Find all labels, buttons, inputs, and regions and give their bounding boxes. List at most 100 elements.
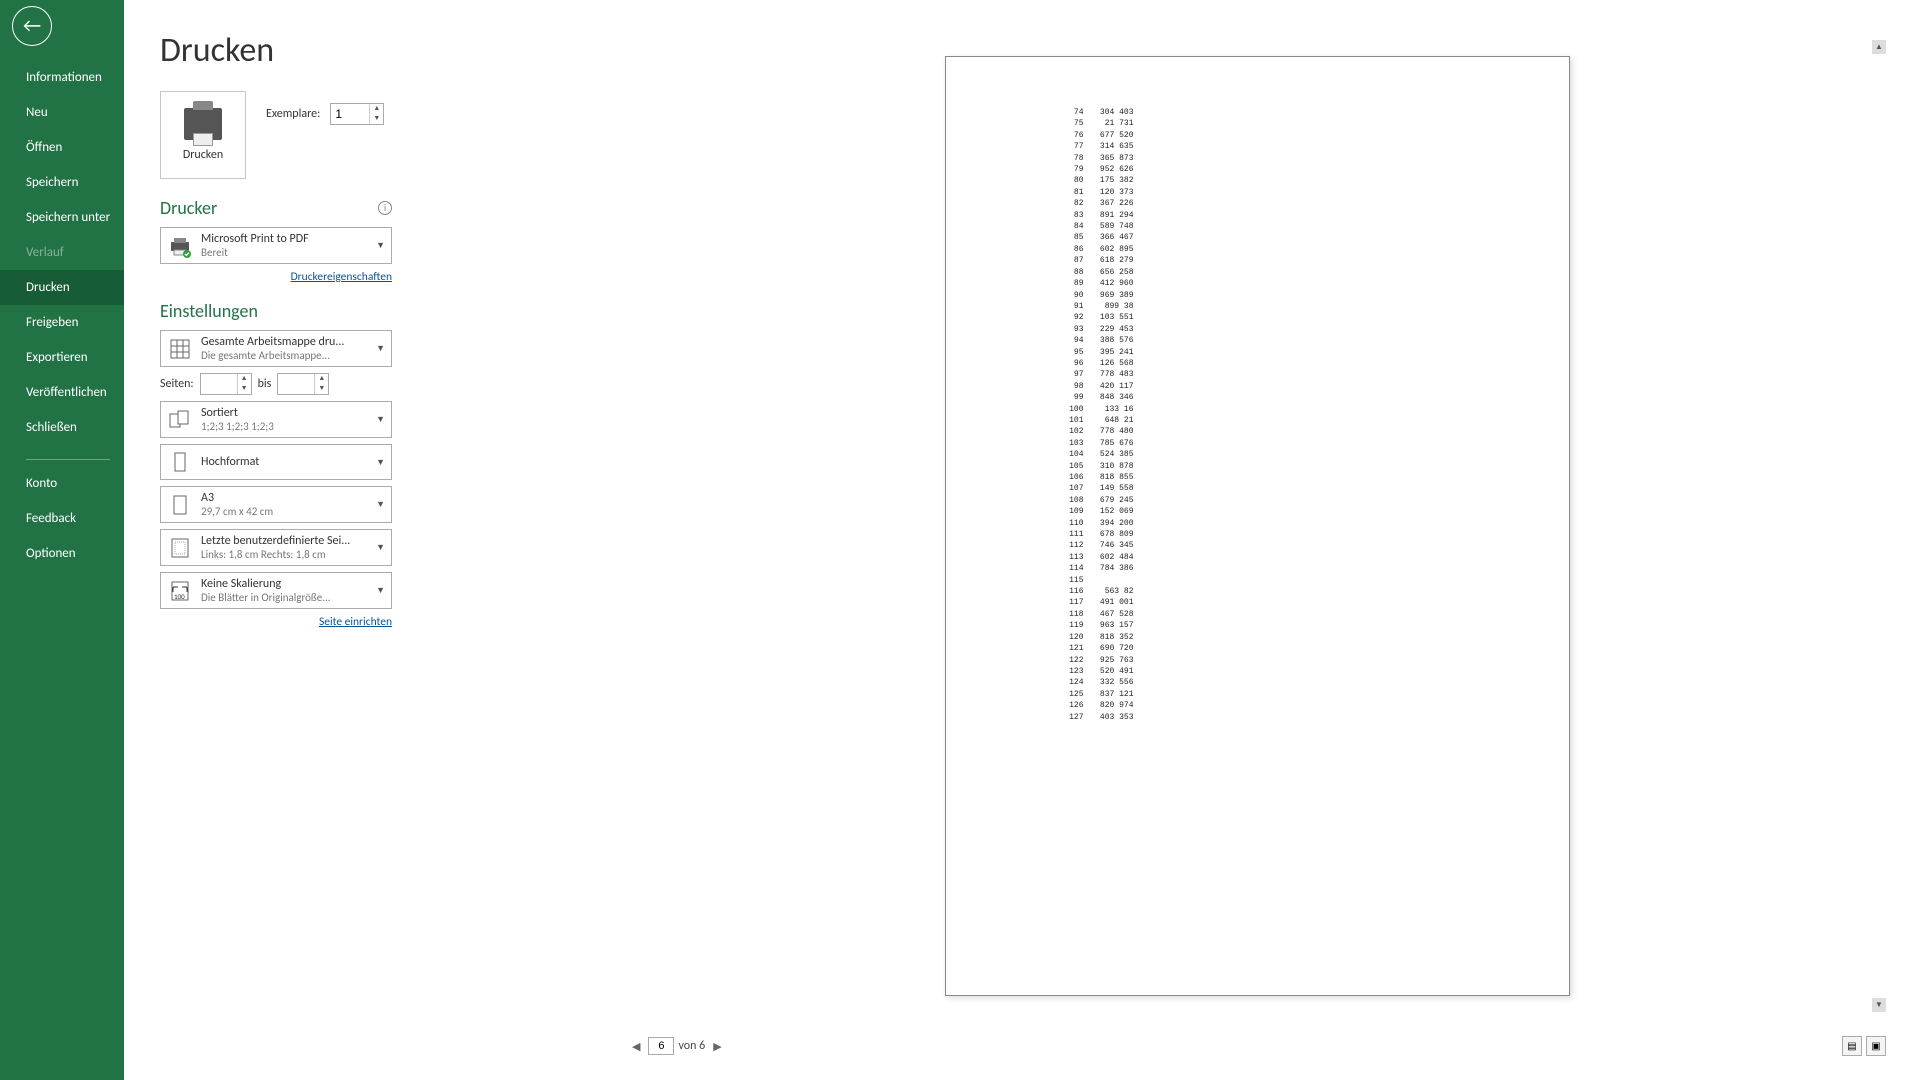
scaling-primary: Keine Skalierung (201, 577, 372, 591)
preview-row: 98420 117 (1044, 381, 1569, 392)
copies-down-icon[interactable]: ▼ (370, 114, 383, 124)
chevron-down-icon: ▼ (376, 457, 385, 468)
portrait-icon (167, 449, 193, 475)
preview-row: 91899 38 (1044, 301, 1569, 312)
sidebar-item-veroeffentlichen[interactable]: Veröffentlichen (0, 375, 124, 410)
preview-row: 121690 720 (1044, 643, 1569, 654)
margins-primary: Letzte benutzerdefinierte Sei... (201, 534, 372, 548)
chevron-down-icon: ▼ (376, 499, 385, 510)
print-execute-button[interactable]: Drucken (160, 91, 246, 179)
sidebar-item-optionen[interactable]: Optionen (0, 536, 124, 571)
pages-from-spinner[interactable]: ▲▼ (200, 373, 252, 395)
preview-row: 106818 855 (1044, 472, 1569, 483)
pages-from-input[interactable] (201, 374, 237, 394)
preview-row: 102778 480 (1044, 426, 1569, 437)
preview-row: 107149 558 (1044, 483, 1569, 494)
print-settings-panel: Drucken Exemplare: ▲ ▼ Drucker i (160, 91, 392, 629)
preview-row: 116563 82 (1044, 586, 1569, 597)
preview-row: 89412 960 (1044, 278, 1569, 289)
collate-icon (167, 407, 193, 433)
margins-dropdown[interactable]: Letzte benutzerdefinierte Sei... Links: … (160, 529, 392, 566)
scope-secondary: Die gesamte Arbeitsmappe... (201, 349, 372, 362)
pages-to-input[interactable] (278, 374, 314, 394)
copies-spinner[interactable]: ▲ ▼ (330, 103, 384, 125)
preview-row: 7521 731 (1044, 118, 1569, 129)
preview-row: 123520 491 (1044, 666, 1569, 677)
down-icon[interactable]: ▼ (315, 384, 328, 394)
sidebar-item-speichern[interactable]: Speichern (0, 165, 124, 200)
orientation-dropdown[interactable]: Hochformat ▼ (160, 444, 392, 480)
preview-row: 110394 200 (1044, 518, 1569, 529)
preview-row: 85366 467 (1044, 232, 1569, 243)
preview-row: 126820 974 (1044, 700, 1569, 711)
preview-row: 83891 294 (1044, 210, 1569, 221)
printer-info-icon[interactable]: i (378, 201, 392, 215)
sidebar-item-speichern-unter[interactable]: Speichern unter (0, 200, 124, 235)
svg-text:100: 100 (174, 592, 185, 601)
page-of-label: von 6 (678, 1039, 705, 1053)
preview-row: 125837 121 (1044, 689, 1569, 700)
preview-row: 77314 635 (1044, 141, 1569, 152)
prev-page-button[interactable]: ◀ (628, 1038, 644, 1055)
preview-row: 109152 069 (1044, 506, 1569, 517)
printer-dropdown[interactable]: Microsoft Print to PDF Bereit ▼ (160, 227, 392, 264)
preview-data-table: 74304 4037521 73176677 52077314 63578365… (1044, 107, 1569, 723)
sidebar-item-verlauf: Verlauf (0, 235, 124, 270)
preview-row: 81120 373 (1044, 187, 1569, 198)
print-scope-dropdown[interactable]: Gesamte Arbeitsmappe dru... Die gesamte … (160, 330, 392, 367)
sidebar-item-feedback[interactable]: Feedback (0, 501, 124, 536)
sidebar-item-konto[interactable]: Konto (0, 466, 124, 501)
preview-row: 117491 001 (1044, 597, 1569, 608)
show-margins-button[interactable]: ▤ (1842, 1036, 1862, 1056)
pages-to-spinner[interactable]: ▲▼ (277, 373, 329, 395)
sidebar-item-neu[interactable]: Neu (0, 95, 124, 130)
preview-row: 108679 245 (1044, 495, 1569, 506)
sidebar-item-informationen[interactable]: Informationen (0, 60, 124, 95)
chevron-down-icon: ▼ (376, 542, 385, 553)
preview-row: 100133 16 (1044, 404, 1569, 415)
sidebar-separator (26, 459, 110, 460)
preview-row: 80175 382 (1044, 175, 1569, 186)
printer-properties-link[interactable]: Druckereigenschaften (160, 270, 392, 284)
scope-primary: Gesamte Arbeitsmappe dru... (201, 335, 372, 349)
preview-row: 79952 626 (1044, 164, 1569, 175)
sidebar-item-oeffnen[interactable]: Öffnen (0, 130, 124, 165)
chevron-down-icon: ▼ (376, 343, 385, 354)
sidebar-item-drucken[interactable]: Drucken (0, 270, 124, 305)
print-button-label: Drucken (183, 148, 223, 162)
preview-row: 104524 385 (1044, 449, 1569, 460)
current-page-input[interactable] (648, 1037, 674, 1055)
scaling-dropdown[interactable]: 100 Keine Skalierung Die Blätter in Orig… (160, 572, 392, 609)
down-icon[interactable]: ▼ (238, 384, 251, 394)
preview-row: 114784 386 (1044, 563, 1569, 574)
zoom-to-page-button[interactable]: ▣ (1866, 1036, 1886, 1056)
printer-ready-icon (167, 233, 193, 259)
back-button[interactable]: ← (12, 6, 52, 46)
page-setup-link[interactable]: Seite einrichten (160, 615, 392, 629)
preview-row: 94388 576 (1044, 335, 1569, 346)
preview-row: 99848 346 (1044, 392, 1569, 403)
copies-input[interactable] (331, 104, 369, 124)
chevron-down-icon: ▼ (376, 240, 385, 251)
chevron-down-icon: ▼ (376, 585, 385, 596)
orientation-primary: Hochformat (201, 455, 372, 469)
collate-dropdown[interactable]: Sortiert 1;2;3 1;2;3 1;2;3 ▼ (160, 401, 392, 438)
preview-vertical-scrollbar[interactable]: ▲ ▼ (1872, 40, 1886, 1012)
scroll-up-icon[interactable]: ▲ (1872, 40, 1886, 54)
preview-row: 115 (1044, 575, 1569, 586)
next-page-button[interactable]: ▶ (709, 1038, 725, 1055)
scroll-down-icon[interactable]: ▼ (1872, 998, 1886, 1012)
paper-size-dropdown[interactable]: A3 29,7 cm x 42 cm ▼ (160, 486, 392, 523)
preview-row: 88656 258 (1044, 267, 1569, 278)
sidebar-item-exportieren[interactable]: Exportieren (0, 340, 124, 375)
preview-row: 90969 389 (1044, 290, 1569, 301)
margins-secondary: Links: 1,8 cm Rechts: 1,8 cm (201, 548, 372, 561)
preview-row: 97778 483 (1044, 369, 1569, 380)
back-arrow-icon: ← (23, 16, 41, 36)
preview-page: 74304 4037521 73176677 52077314 63578365… (945, 56, 1570, 996)
preview-row: 87618 279 (1044, 255, 1569, 266)
preview-row: 93229 453 (1044, 324, 1569, 335)
sidebar-item-schliessen[interactable]: Schließen (0, 410, 124, 445)
preview-row: 78365 873 (1044, 153, 1569, 164)
sidebar-item-freigeben[interactable]: Freigeben (0, 305, 124, 340)
